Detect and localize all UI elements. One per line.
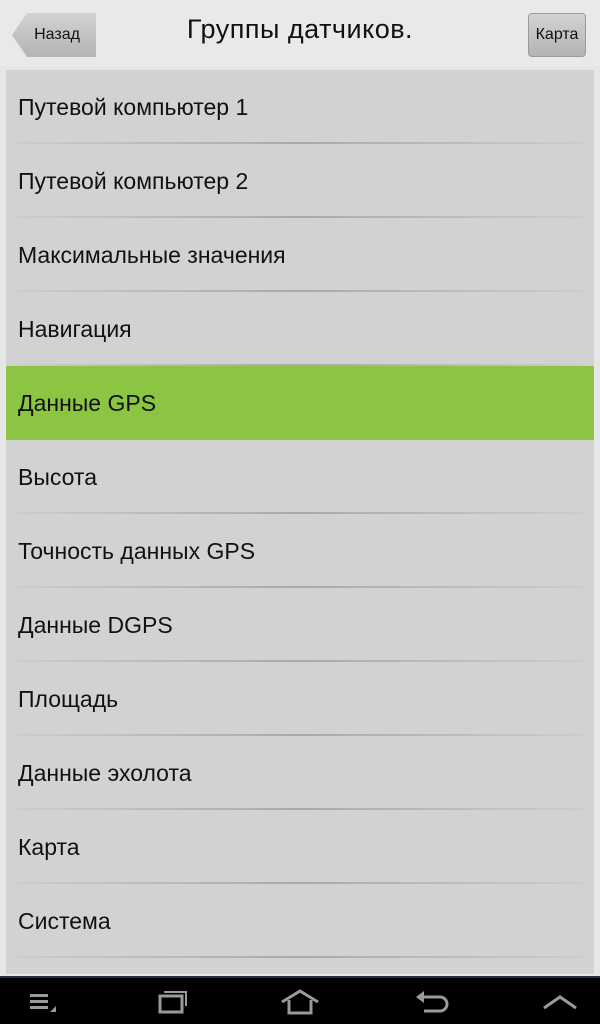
list-item-echo-sounder[interactable]: Данные эхолота — [6, 736, 594, 810]
list-item-system[interactable]: Система — [6, 884, 594, 958]
list-item-trip-computer-1[interactable]: Путевой компьютер 1 — [6, 70, 594, 144]
list-item-dgps-data[interactable]: Данные DGPS — [6, 588, 594, 662]
list-item-gps-data[interactable]: Данные GPS — [6, 366, 594, 440]
sensor-group-list: Путевой компьютер 1 Путевой компьютер 2 … — [6, 70, 594, 974]
map-button[interactable]: Карта — [528, 13, 586, 57]
title-bar: Назад Группы датчиков. Карта — [0, 0, 600, 66]
chevron-up-icon[interactable] — [538, 986, 582, 1018]
list-item-map[interactable]: Карта — [6, 810, 594, 884]
recent-apps-icon[interactable] — [148, 986, 192, 1018]
list-item-trip-computer-2[interactable]: Путевой компьютер 2 — [6, 144, 594, 218]
back-button[interactable]: Назад — [12, 13, 96, 57]
list-item-area[interactable]: Площадь — [6, 662, 594, 736]
back-button-label: Назад — [34, 26, 80, 43]
system-navigation-bar — [0, 976, 600, 1024]
home-icon[interactable] — [278, 986, 322, 1018]
back-icon[interactable] — [410, 986, 454, 1018]
page-title: Группы датчиков. — [186, 14, 414, 44]
menu-icon[interactable] — [20, 986, 64, 1018]
list-item-max-values[interactable]: Максимальные значения — [6, 218, 594, 292]
list-item-altitude[interactable]: Высота — [6, 440, 594, 514]
list-item-gps-accuracy[interactable]: Точность данных GPS — [6, 514, 594, 588]
list-item-navigation[interactable]: Навигация — [6, 292, 594, 366]
